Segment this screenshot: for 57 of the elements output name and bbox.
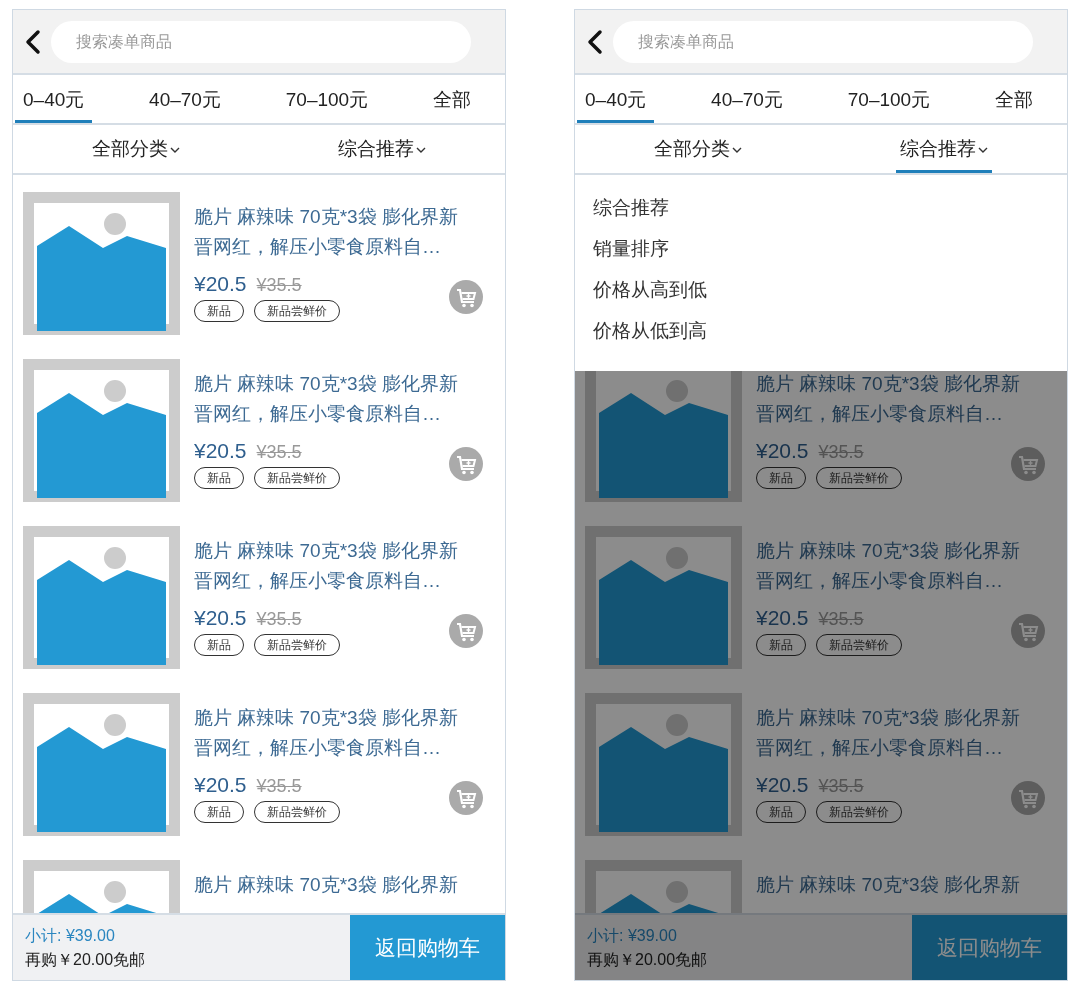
original-price: ¥35.5 (256, 274, 302, 297)
add-to-cart-icon[interactable] (1011, 446, 1045, 481)
search-field[interactable]: 搜索凑单商品 (51, 20, 471, 63)
price-tab[interactable]: 全部 (986, 75, 1041, 123)
price: ¥20.5 (756, 772, 809, 798)
original-price: ¥35.5 (256, 608, 302, 631)
subtotal-text: 小计: ¥39.00 (587, 925, 678, 946)
filter-dropdown[interactable]: 全部分类 (88, 125, 184, 173)
product-title[interactable]: 脆片 麻辣味 70克*3袋 膨化界新 (756, 870, 1057, 900)
price-tab[interactable]: 40–70元 (141, 75, 229, 123)
search-field[interactable]: 搜索凑单商品 (613, 20, 1033, 63)
price: ¥20.5 (194, 605, 247, 631)
original-price: ¥35.5 (818, 608, 864, 631)
price: ¥20.5 (756, 438, 809, 464)
product-title[interactable]: 脆片 麻辣味 70克*3袋 膨化界新 晋网红，解压小零食原料自… (756, 703, 1057, 763)
price-tab[interactable]: 70–100元 (839, 75, 939, 123)
price-tab[interactable]: 40–70元 (703, 75, 791, 123)
sort-option[interactable]: 销量排序 (593, 228, 669, 269)
filter-dropdown[interactable]: 综合推荐 (334, 125, 430, 173)
free-shipping-note: 再购￥20.00免邮 (25, 949, 147, 970)
back-icon[interactable] (23, 28, 43, 55)
original-price: ¥35.5 (818, 441, 864, 464)
product-title[interactable]: 脆片 麻辣味 70克*3袋 膨化界新 晋网红，解压小零食原料自… (194, 202, 495, 262)
sort-option[interactable]: 综合推荐 (593, 187, 669, 228)
sort-option[interactable]: 价格从高到低 (593, 269, 707, 310)
back-icon[interactable] (585, 28, 605, 55)
original-price: ¥35.5 (256, 775, 302, 798)
add-to-cart-icon[interactable] (449, 446, 483, 481)
caret-icon (170, 146, 180, 153)
product-title[interactable]: 脆片 麻辣味 70克*3袋 膨化界新 晋网红，解压小零食原料自… (194, 703, 495, 763)
subtotal-text: 小计: ¥39.00 (25, 925, 116, 946)
add-to-cart-icon[interactable] (449, 279, 483, 314)
price: ¥20.5 (194, 772, 247, 798)
sort-option[interactable]: 价格从低到高 (593, 310, 707, 351)
caret-icon (732, 146, 742, 153)
product-title[interactable]: 脆片 麻辣味 70克*3袋 膨化界新 晋网红，解压小零食原料自… (756, 369, 1057, 429)
price-tab[interactable]: 0–40元 (577, 75, 655, 123)
add-to-cart-icon[interactable] (449, 780, 483, 815)
product-title[interactable]: 脆片 麻辣味 70克*3袋 膨化界新 晋网红，解压小零食原料自… (194, 536, 495, 596)
add-to-cart-icon[interactable] (1011, 613, 1045, 648)
caret-icon (416, 146, 426, 153)
price: ¥20.5 (194, 438, 247, 464)
price: ¥20.5 (756, 605, 809, 631)
add-to-cart-icon[interactable] (449, 613, 483, 648)
product-title[interactable]: 脆片 麻辣味 70克*3袋 膨化界新 晋网红，解压小零食原料自… (756, 536, 1057, 596)
product-title[interactable]: 脆片 麻辣味 70克*3袋 膨化界新 (194, 870, 495, 900)
add-to-cart-icon[interactable] (1011, 780, 1045, 815)
original-price: ¥35.5 (818, 775, 864, 798)
filter-dropdown[interactable]: 全部分类 (650, 125, 746, 173)
original-price: ¥35.5 (256, 441, 302, 464)
price-tab[interactable]: 全部 (424, 75, 479, 123)
free-shipping-note: 再购￥20.00免邮 (587, 949, 709, 970)
price-tab[interactable]: 0–40元 (15, 75, 93, 123)
price: ¥20.5 (194, 271, 247, 297)
product-title[interactable]: 脆片 麻辣味 70克*3袋 膨化界新 晋网红，解压小零食原料自… (194, 369, 495, 429)
price-tab[interactable]: 70–100元 (277, 75, 377, 123)
caret-icon (978, 146, 988, 153)
